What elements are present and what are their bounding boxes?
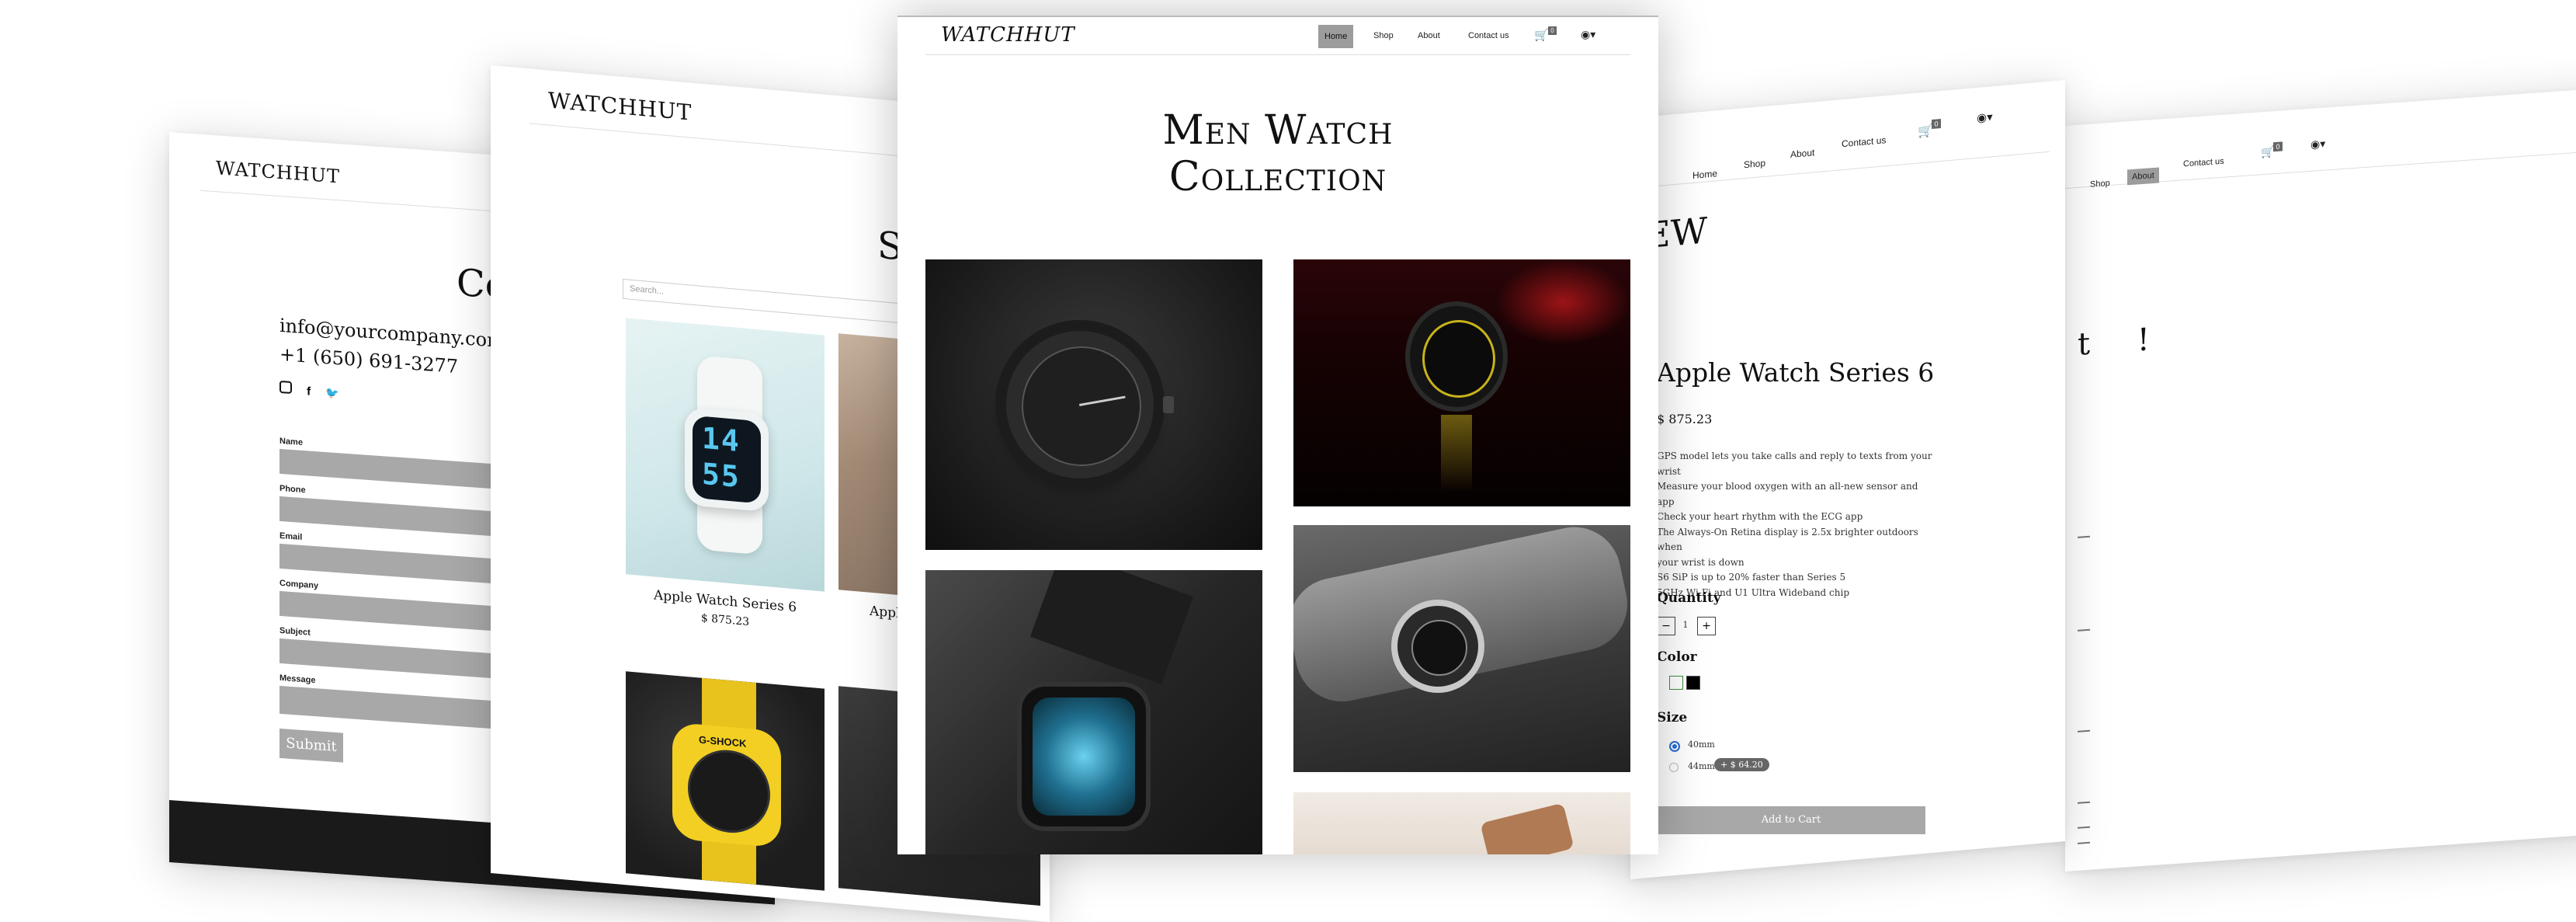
- about-page-card: Shop About Contact us 🛒 0 ◉▾ t !: [2065, 88, 2576, 872]
- cart-count-badge: 0: [1548, 26, 1557, 35]
- field-label: Phone: [279, 483, 306, 496]
- nav-about-active[interactable]: About: [2127, 167, 2159, 186]
- product-image[interactable]: G-SHOCK: [626, 671, 825, 891]
- description-line: Measure your blood oxygen with an all-ne…: [1657, 481, 1918, 507]
- nav-home-active[interactable]: Home: [1318, 25, 1354, 48]
- size-option-label[interactable]: 44mm: [1688, 761, 1715, 771]
- social-icons: f 🐦: [279, 380, 339, 400]
- nav-contact[interactable]: Contact us: [1468, 31, 1509, 40]
- gallery-image[interactable]: [1293, 792, 1630, 854]
- quantity-stepper[interactable]: − 1 +: [1657, 617, 1719, 635]
- cart-icon[interactable]: 🛒: [1534, 28, 1549, 42]
- watch-crown: [1163, 396, 1174, 413]
- quantity-minus-button[interactable]: −: [1657, 617, 1675, 635]
- brand-logo[interactable]: WATCHHUT: [216, 157, 340, 187]
- color-swatch-white[interactable]: [1669, 676, 1683, 690]
- size-label: Size: [1657, 710, 1688, 725]
- add-to-cart-button[interactable]: Add to Cart: [1657, 806, 1925, 834]
- watch-strap: [1480, 802, 1574, 854]
- description-line: GPS model lets you take calls and reply …: [1657, 451, 1932, 461]
- account-icon[interactable]: ◉▾: [1977, 110, 1993, 125]
- nav-shop[interactable]: Shop: [2090, 179, 2110, 190]
- watch-face-minutes: 55: [702, 456, 741, 495]
- hero-title: Men Watch Collection: [897, 107, 1658, 200]
- search-placeholder: Search...: [630, 284, 665, 297]
- nav-about[interactable]: About: [1790, 147, 1814, 160]
- cart-icon[interactable]: 🛒: [1918, 123, 1933, 140]
- brand-logo[interactable]: WATCHHUT: [941, 23, 1075, 47]
- nav-shop[interactable]: Shop: [1373, 31, 1394, 40]
- watch-strap: [1029, 570, 1194, 685]
- nav-contact[interactable]: Contact us: [2183, 157, 2224, 169]
- hero-title-line: Collection: [1168, 154, 1387, 200]
- cart-count-badge: 0: [2273, 141, 2283, 152]
- twitter-icon[interactable]: 🐦: [325, 387, 338, 400]
- page-title-fragment: t !: [2078, 320, 2168, 363]
- size-option-label[interactable]: 40mm: [1688, 739, 1715, 750]
- nav-shop[interactable]: Shop: [1744, 158, 1765, 170]
- gallery-image[interactable]: [1293, 525, 1630, 772]
- description-line: Check your heart rhythm with the ECG app: [1657, 511, 1863, 522]
- color-swatch-black[interactable]: [1686, 676, 1700, 690]
- nav-about[interactable]: About: [1418, 31, 1440, 40]
- gallery-image[interactable]: [925, 259, 1262, 550]
- top-border: [897, 16, 1658, 17]
- description-line: The Always-On Retina display is 2.5x bri…: [1657, 526, 1918, 553]
- product-title: Apple Watch Series 6: [1657, 357, 1935, 388]
- watch-screen: [1033, 698, 1135, 816]
- watch-dial: [1411, 620, 1467, 676]
- field-label: Name: [279, 436, 303, 448]
- product-card[interactable]: 14 55 Apple Watch Series 6 $ 875.23: [626, 318, 825, 661]
- quantity-label: Quantity: [1657, 590, 1721, 606]
- nav-home[interactable]: Home: [1692, 168, 1717, 181]
- about-text-lines: [2065, 88, 2576, 844]
- facebook-icon[interactable]: f: [307, 384, 311, 398]
- watch-dial: [1422, 320, 1495, 398]
- red-glow: [1495, 259, 1630, 345]
- cart-icon[interactable]: 🛒: [2261, 145, 2274, 159]
- nav-contact[interactable]: Contact us: [1842, 134, 1886, 149]
- size-price-badge: + $ 64.20: [1714, 758, 1769, 771]
- submit-button[interactable]: Submit: [279, 728, 343, 763]
- product-detail: Apple Watch Series 6 $ 875.23 GPS model …: [1657, 357, 1936, 839]
- instagram-icon[interactable]: [279, 380, 292, 395]
- product-description: GPS model lets you take calls and reply …: [1657, 449, 1936, 600]
- account-icon[interactable]: ◉▾: [2310, 137, 2325, 151]
- cart-count-badge: 0: [1932, 119, 1941, 130]
- quantity-plus-button[interactable]: +: [1697, 617, 1716, 635]
- gallery-image[interactable]: [925, 570, 1262, 854]
- description-line: S6 SiP is up to 20% faster than Series 5: [1657, 572, 1846, 583]
- hero-title-line: Men Watch: [1162, 107, 1394, 154]
- brand-logo[interactable]: WATCHHUT: [548, 87, 692, 125]
- field-label: Message: [279, 673, 316, 686]
- field-label: Subject: [279, 625, 311, 638]
- nav-divider: [925, 54, 1630, 55]
- watch-reflection: [1441, 415, 1472, 492]
- quantity-value[interactable]: 1: [1677, 617, 1694, 634]
- watch-dial: [1022, 346, 1141, 466]
- product-image[interactable]: 14 55: [626, 318, 825, 592]
- size-radio-44mm[interactable]: [1669, 763, 1679, 772]
- contact-phone[interactable]: +1 (650) 691-3277: [279, 343, 458, 377]
- field-label: Company: [279, 578, 319, 591]
- size-radio-40mm[interactable]: [1669, 741, 1680, 752]
- home-page-card: WATCHHUT Home Shop About Contact us 🛒 0 …: [897, 16, 1658, 854]
- description-line: your wrist is down: [1657, 556, 1745, 568]
- description-line: wrist: [1657, 465, 1681, 477]
- watch-face-hours: 14: [702, 420, 741, 459]
- gallery-image[interactable]: [1293, 259, 1630, 506]
- product-price: $ 875.23: [1657, 412, 1713, 426]
- color-label: Color: [1657, 649, 1697, 665]
- field-label: Email: [279, 531, 303, 542]
- account-icon[interactable]: ◉▾: [1581, 28, 1595, 41]
